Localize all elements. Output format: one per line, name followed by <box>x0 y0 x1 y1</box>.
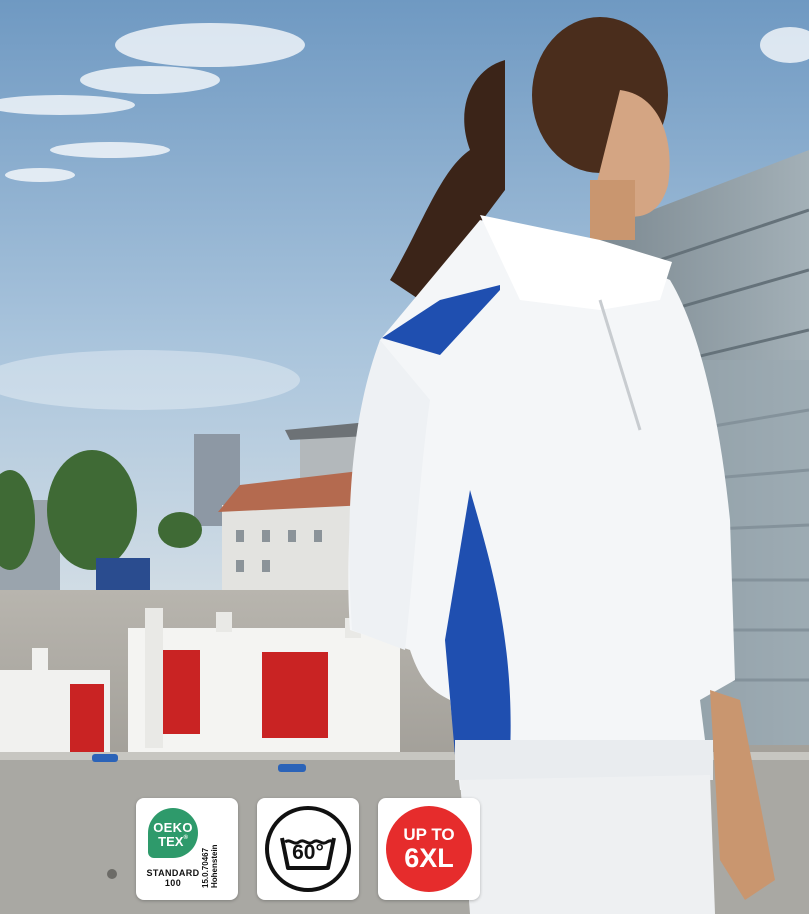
standard-label: STANDARD 100 <box>136 868 210 889</box>
size-badge: UP TO 6XL <box>378 798 480 900</box>
certification-info: 15.0.70467 Hohenstein <box>201 844 220 888</box>
tex-label: TEX® <box>148 835 198 848</box>
trousers <box>460 775 715 914</box>
product-photo: OEKO TEX® STANDARD 100 15.0.70467 Hohens… <box>0 0 809 914</box>
wash-temperature: 60° <box>292 841 324 864</box>
size-up-to: UP TO <box>403 825 455 844</box>
standard-text: STANDARD <box>146 868 200 878</box>
registered-mark: ® <box>183 835 188 841</box>
institute-name: Hohenstein <box>209 844 219 888</box>
tex-text: TEX <box>158 834 184 849</box>
oeko-tex-badge: OEKO TEX® STANDARD 100 15.0.70467 Hohens… <box>136 798 238 900</box>
oeko-label: OEKO <box>153 820 193 835</box>
house <box>222 505 368 590</box>
neck <box>590 180 635 240</box>
size-circle: UP TO 6XL <box>386 806 472 892</box>
wash-60-badge: 60° <box>257 798 359 900</box>
oeko-tex-logo: OEKO TEX® <box>148 808 198 858</box>
standard-number: 100 <box>164 878 182 889</box>
construction-site-photo <box>0 0 809 914</box>
size-max: 6XL <box>404 843 454 873</box>
